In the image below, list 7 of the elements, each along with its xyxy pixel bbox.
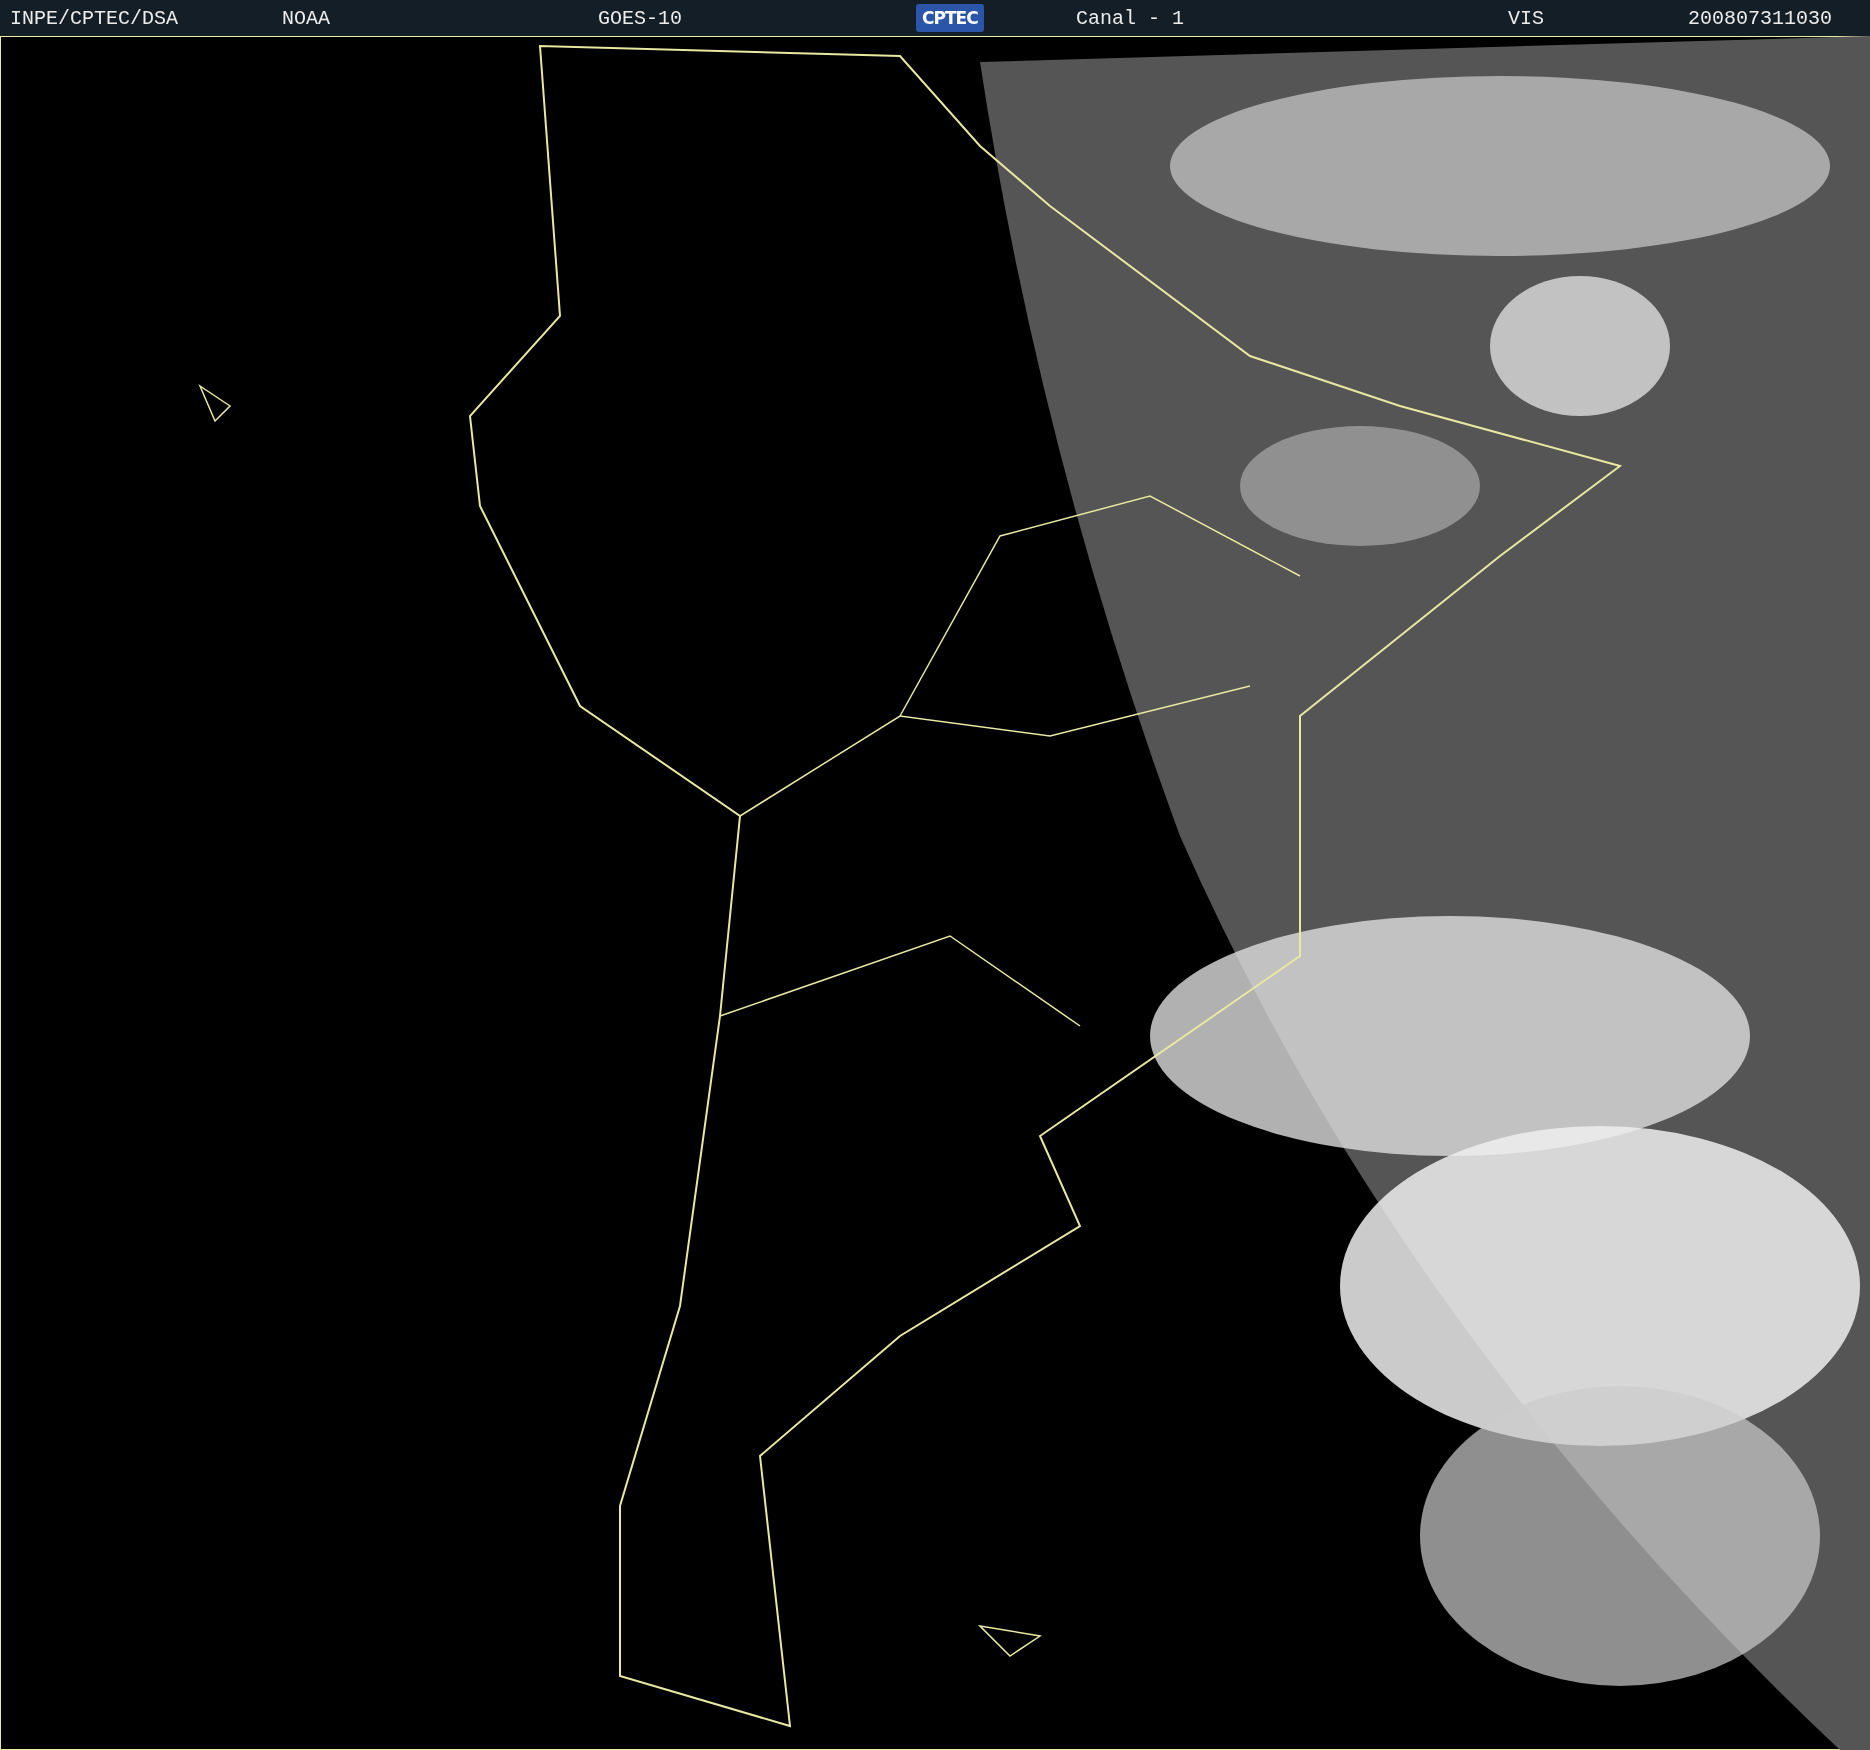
header-label: VIS bbox=[1508, 6, 1544, 30]
logo: CPTEC bbox=[916, 4, 984, 32]
header-label: GOES-10 bbox=[598, 6, 682, 30]
header-label: INPE/CPTEC/DSA bbox=[10, 6, 179, 30]
header-label: NOAA bbox=[282, 6, 330, 30]
header-label: Canal - 1 bbox=[1076, 6, 1185, 30]
header-label: 200807311030 bbox=[1688, 6, 1833, 30]
